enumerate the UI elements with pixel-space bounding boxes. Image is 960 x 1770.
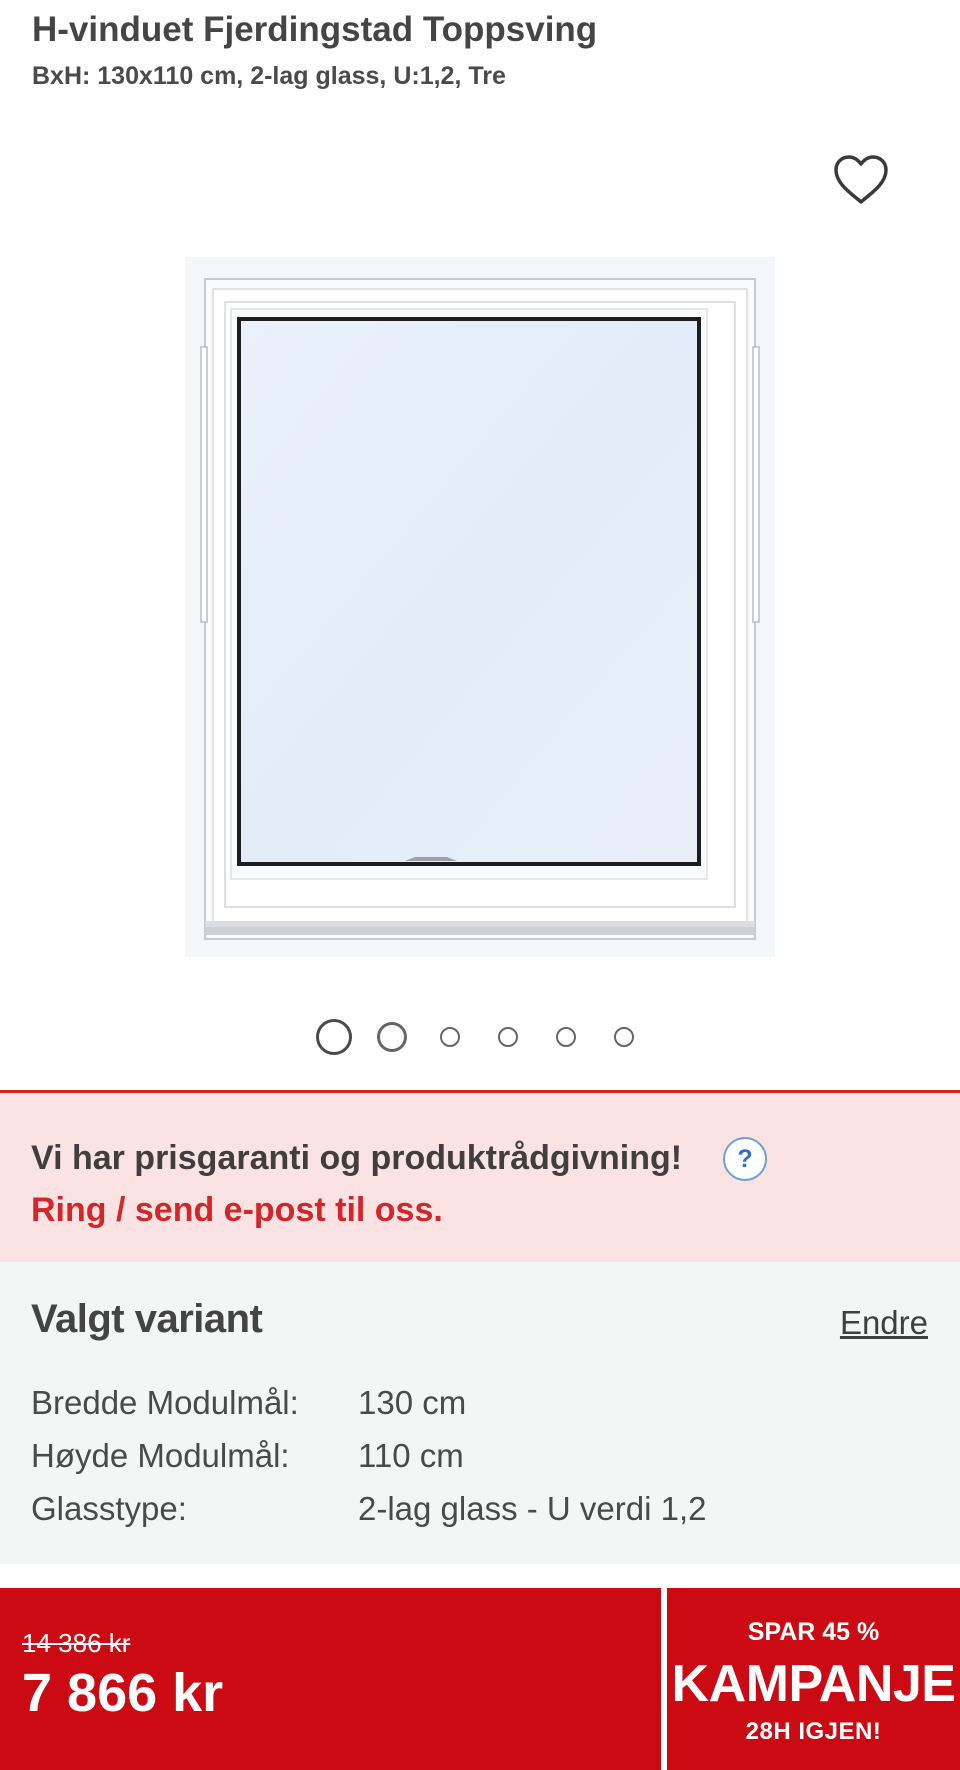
spec-value: 110 cm — [358, 1437, 464, 1474]
campaign-savings: SPAR 45 % — [747, 1618, 880, 1646]
spec-value: 130 cm — [358, 1384, 467, 1421]
carousel-dot-6[interactable] — [614, 1027, 634, 1047]
product-title: H-vinduet Fjerdingstad Toppsving — [32, 10, 598, 49]
campaign-badge[interactable]: SPAR 45 % KAMPANJE 28H IGJEN! — [667, 1588, 960, 1770]
carousel-dot-5[interactable] — [556, 1027, 576, 1047]
heart-icon[interactable] — [832, 154, 890, 206]
carousel-dot-2[interactable] — [377, 1022, 407, 1052]
price-bar: 14 386 kr 7 866 kr SPAR 45 % KAMPANJE 28… — [0, 1588, 960, 1770]
image-carousel-indicators — [0, 1010, 960, 1060]
edit-variant-link[interactable]: Endre — [840, 1304, 928, 1342]
price-guarantee-banner: Vi har prisgaranti og produktrådgivning!… — [0, 1090, 960, 1262]
spec-label: Høyde Modulmål: — [31, 1437, 290, 1474]
spec-label: Bredde Modulmål: — [31, 1384, 299, 1421]
old-price: 14 386 kr — [22, 1628, 131, 1658]
product-subtitle: BxH: 130x110 cm, 2-lag glass, U:1,2, Tre — [32, 62, 506, 90]
promo-headline: Vi har prisgaranti og produktrådgivning! — [31, 1139, 683, 1177]
selected-variant-panel: Valgt variant Endre Bredde Modulmål: 130… — [0, 1262, 960, 1564]
variant-title: Valgt variant — [31, 1297, 263, 1341]
carousel-dot-3[interactable] — [440, 1027, 460, 1047]
product-header: H-vinduet Fjerdingstad Toppsving BxH: 13… — [0, 0, 960, 110]
current-price: 7 866 kr — [22, 1663, 224, 1723]
help-icon[interactable]: ? — [723, 1137, 767, 1181]
product-image[interactable] — [185, 257, 775, 957]
carousel-dot-4[interactable] — [498, 1027, 518, 1047]
spec-label: Glasstype: — [31, 1490, 187, 1527]
carousel-dot-1[interactable] — [316, 1019, 352, 1055]
campaign-label: KAMPANJE — [671, 1655, 956, 1713]
spec-value: 2-lag glass - U verdi 1,2 — [358, 1490, 707, 1527]
campaign-countdown: 28H IGJEN! — [745, 1718, 882, 1745]
contact-link[interactable]: Ring / send e-post til oss. — [31, 1191, 443, 1230]
